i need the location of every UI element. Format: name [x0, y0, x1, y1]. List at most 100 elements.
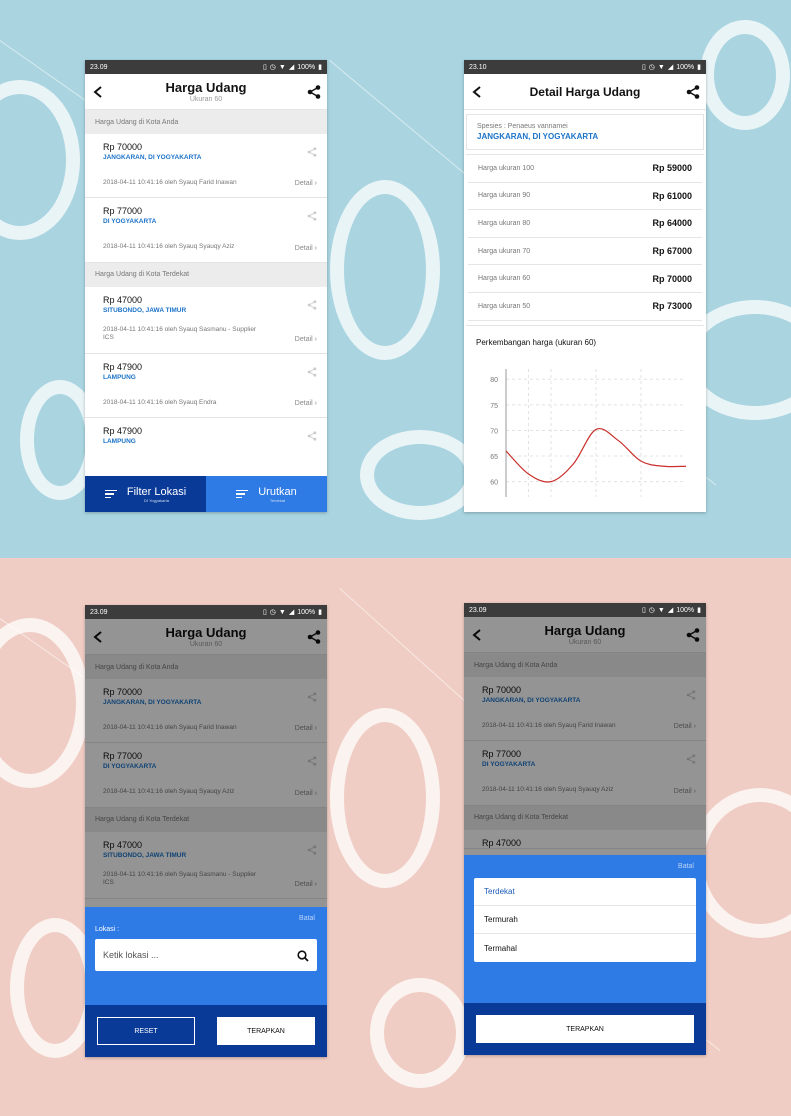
share-icon[interactable]	[686, 751, 696, 765]
notification-icon: ▯	[641, 607, 646, 614]
size-price-row: Harga ukuran 80 Rp 64000	[468, 210, 702, 238]
page-title: Harga Udang	[544, 623, 626, 638]
share-icon[interactable]	[307, 629, 321, 644]
list-item[interactable]: Rp 47000 SITUBONDO, JAWA TIMUR 2018-04-1…	[85, 286, 327, 354]
detail-label: Detail	[294, 725, 313, 733]
detail-link[interactable]: Detail ›	[295, 336, 317, 343]
share-icon[interactable]	[307, 208, 317, 222]
app-bar: Harga Udang Ukuran 60	[464, 617, 706, 653]
back-arrow-icon[interactable]	[470, 628, 484, 642]
item-price: Rp 47000	[482, 837, 522, 848]
size-price: Rp 59000	[652, 163, 692, 174]
battery-level: 100%	[676, 606, 695, 614]
chevron-right-icon: ›	[314, 725, 317, 733]
list-item[interactable]: Rp 47000 SITUBONDO, JAWA TIMUR 2018-04-1…	[85, 831, 327, 899]
sort-option-nearest[interactable]: Terdekat	[474, 878, 696, 906]
list-item[interactable]: Rp 77000 DI YOGYAKARTA 2018-04-11 10:41:…	[85, 743, 327, 808]
page-title: Harga Udang	[165, 625, 247, 640]
battery-level: 100%	[297, 608, 316, 616]
list-item[interactable]: Rp 70000 JANGKARAN, DI YOGYAKARTA 2018-0…	[85, 679, 327, 744]
screen-filter-location: 23.09 ▯ ◷ ▼ ◢ 100% ▮ Harga Udang Ukuran …	[85, 605, 327, 1057]
y-tick-label: 80	[490, 377, 498, 384]
item-price: Rp 70000	[103, 142, 143, 152]
share-icon[interactable]	[307, 84, 321, 99]
status-time: 23.10	[469, 63, 487, 71]
detail-link[interactable]: Detail ›	[295, 881, 317, 888]
chevron-right-icon: ›	[314, 244, 317, 252]
size-label: Harga ukuran 70	[478, 247, 531, 255]
item-location: LAMPUNG	[103, 438, 136, 446]
share-icon[interactable]	[307, 364, 317, 377]
app-bar: Harga Udang Ukuran 60	[85, 74, 327, 110]
section-header-local: Harga Udang di Kota Anda	[464, 653, 706, 677]
share-icon[interactable]	[307, 144, 317, 157]
share-icon[interactable]	[307, 842, 317, 855]
list-item[interactable]: Rp 47000	[464, 829, 706, 849]
detail-link[interactable]: Detail ›	[295, 725, 317, 732]
cancel-button[interactable]: Batal	[464, 855, 706, 870]
item-location: LAMPUNG	[103, 373, 136, 381]
battery-icon: ▮	[318, 64, 322, 71]
alarm-icon: ◷	[648, 64, 655, 71]
back-arrow-icon[interactable]	[91, 630, 105, 644]
detail-link[interactable]: Detail ›	[674, 723, 696, 730]
alarm-icon: ◷	[269, 609, 276, 616]
status-bar: 23.09 ▯ ◷ ▼ ◢ 100% ▮	[464, 603, 706, 617]
status-bar: 23.09 ▯ ◷ ▼ ◢ 100% ▮	[85, 605, 327, 619]
back-arrow-icon[interactable]	[470, 85, 484, 99]
wifi-icon: ▼	[657, 63, 665, 71]
apply-button[interactable]: TERAPKAN	[217, 1017, 315, 1045]
sort-icon	[236, 488, 249, 501]
decor-swirl	[700, 20, 790, 130]
size-label: Harga ukuran 100	[478, 164, 535, 172]
share-icon[interactable]	[307, 297, 317, 310]
sort-option-most-expensive[interactable]: Termahal	[474, 934, 696, 962]
item-meta: 2018-04-11 10:41:16 oleh Syauq Sasmanu -…	[103, 325, 257, 342]
sort-options: Terdekat Termurah Termahal	[474, 878, 696, 962]
item-price: Rp 77000	[103, 751, 143, 762]
wifi-icon: ▼	[278, 608, 286, 616]
section-header-nearby: Harga Udang di Kota Terdekat	[464, 805, 706, 830]
filter-location-button[interactable]: Filter Lokasi DI Yogyakarta	[85, 476, 206, 512]
list-item[interactable]: Rp 77000 DI YOGYAKARTA 2018-04-11 10:41:…	[85, 198, 327, 263]
signal-icon: ◢	[288, 609, 295, 616]
cancel-button[interactable]: Batal	[85, 907, 327, 922]
detail-link[interactable]: Detail ›	[295, 790, 317, 797]
app-bar: Harga Udang Ukuran 60	[85, 619, 327, 655]
sort-option-cheapest[interactable]: Termurah	[474, 906, 696, 934]
size-price-row: Harga ukuran 60 Rp 70000	[468, 265, 702, 293]
back-arrow-icon[interactable]	[91, 85, 105, 99]
list-item[interactable]: Rp 77000 DI YOGYAKARTA 2018-04-11 10:41:…	[464, 741, 706, 806]
detail-link[interactable]: Detail ›	[295, 180, 317, 187]
filter-sheet: Batal Lokasi : Ketik lokasi ... RESET TE…	[85, 907, 327, 1057]
size-price: Rp 61000	[652, 190, 692, 201]
chevron-right-icon: ›	[693, 723, 696, 731]
detail-link[interactable]: Detail ›	[295, 245, 317, 252]
share-icon[interactable]	[686, 687, 696, 700]
size-price: Rp 67000	[652, 246, 692, 257]
search-icon[interactable]	[297, 949, 309, 962]
species-card: Spesies : Penaeus vannamei JANGKARAN, DI…	[466, 114, 704, 150]
list-item[interactable]: Rp 70000 JANGKARAN, DI YOGYAKARTA 2018-0…	[464, 677, 706, 742]
y-tick-label: 60	[490, 479, 498, 486]
apply-button[interactable]: TERAPKAN	[476, 1015, 694, 1043]
list-item[interactable]: Rp 47900 LAMPUNG	[85, 418, 327, 446]
list-item[interactable]: Rp 47900 LAMPUNG 2018-04-11 10:41:16 ole…	[85, 353, 327, 419]
species-location: JANGKARAN, DI YOGYAKARTA	[477, 132, 599, 141]
share-icon[interactable]	[686, 627, 700, 642]
share-icon[interactable]	[307, 689, 317, 702]
sort-button[interactable]: Urutkan Terdekat	[206, 476, 327, 512]
item-meta: 2018-04-11 10:41:16 oleh Syauq Farid Ina…	[103, 179, 237, 186]
share-icon[interactable]	[307, 428, 317, 441]
location-search-input[interactable]: Ketik lokasi ...	[95, 939, 317, 971]
share-icon[interactable]	[686, 84, 700, 99]
reset-button[interactable]: RESET	[97, 1017, 195, 1045]
section-header-nearby: Harga Udang di Kota Terdekat	[85, 262, 327, 287]
list-item[interactable]: Rp 70000 JANGKARAN, DI YOGYAKARTA 2018-0…	[85, 134, 327, 199]
share-icon[interactable]	[307, 753, 317, 767]
detail-link[interactable]: Detail ›	[295, 400, 317, 407]
battery-level: 100%	[297, 63, 316, 71]
filter-icon	[104, 488, 117, 501]
detail-link[interactable]: Detail ›	[674, 788, 696, 795]
battery-icon: ▮	[697, 64, 701, 71]
